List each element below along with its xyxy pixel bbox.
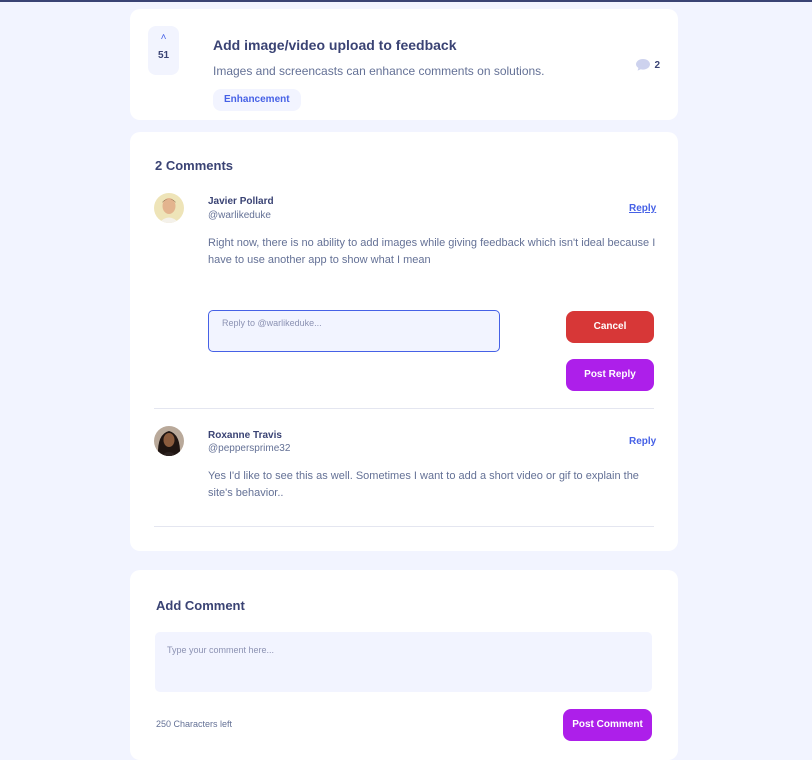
comments-heading: 2 Comments bbox=[155, 158, 234, 173]
chevron-up-icon: ˄ bbox=[160, 32, 167, 43]
comment-bubble-icon bbox=[636, 59, 651, 71]
add-comment-heading: Add Comment bbox=[156, 598, 245, 613]
avatar bbox=[154, 426, 184, 456]
feedback-title: Add image/video upload to feedback bbox=[213, 37, 457, 53]
top-border bbox=[0, 0, 812, 2]
post-reply-button[interactable]: Post Reply bbox=[566, 359, 654, 391]
feedback-description: Images and screencasts can enhance comme… bbox=[213, 64, 545, 78]
divider bbox=[154, 408, 654, 409]
characters-left: 250 Characters left bbox=[156, 719, 233, 729]
comment-text: Yes I'd like to see this as well. Someti… bbox=[208, 470, 639, 499]
upvote-count: 51 bbox=[157, 50, 170, 61]
comment-input[interactable] bbox=[155, 632, 652, 692]
comment-author-name: Javier Pollard bbox=[208, 196, 274, 207]
upvote-button[interactable]: ˄ 51 bbox=[148, 26, 179, 75]
post-comment-button[interactable]: Post Comment bbox=[563, 709, 652, 741]
comment-text: Right now, there is no ability to add im… bbox=[208, 237, 656, 266]
divider bbox=[154, 526, 654, 527]
comment-count: 2 bbox=[636, 59, 660, 71]
comment-count-value: 2 bbox=[654, 59, 660, 71]
comment-author-username: @warlikeduke bbox=[208, 210, 271, 221]
cancel-button[interactable]: Cancel bbox=[566, 311, 654, 343]
feedback-card: ˄ 51 Add image/video upload to feedback … bbox=[130, 9, 678, 120]
reply-button[interactable]: Reply bbox=[629, 203, 656, 214]
add-comment-card: Add Comment 250 Characters left Post Com… bbox=[130, 570, 678, 760]
reply-input[interactable] bbox=[208, 310, 500, 352]
comment-author-username: @peppersprime32 bbox=[208, 443, 291, 454]
comments-card: 2 Comments Javier Pollard @warlikeduke R… bbox=[130, 132, 678, 551]
category-tag[interactable]: Enhancement bbox=[213, 89, 301, 111]
comment-author-name: Roxanne Travis bbox=[208, 430, 282, 441]
avatar bbox=[154, 193, 184, 223]
reply-button[interactable]: Reply bbox=[629, 436, 656, 447]
